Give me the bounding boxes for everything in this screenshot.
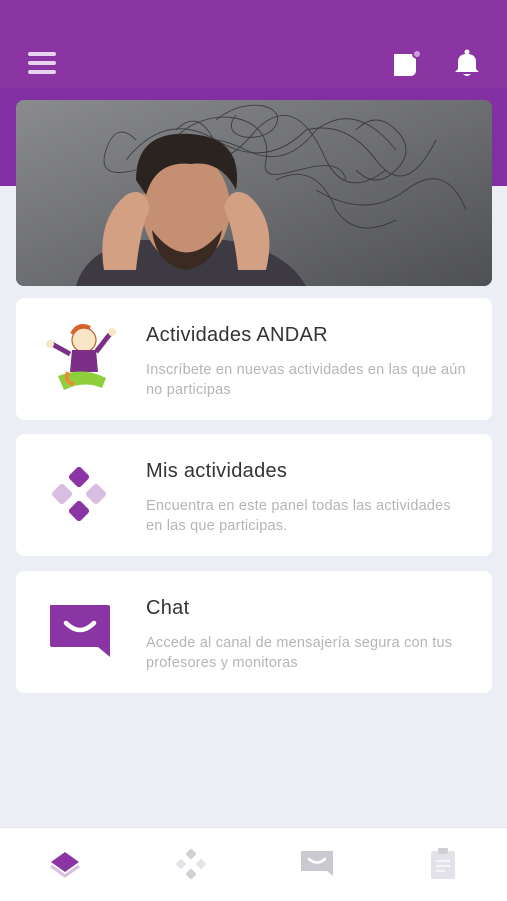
tab-layers-icon[interactable]: [47, 846, 83, 882]
card-actividades-andar[interactable]: Actividades ANDAR Inscríbete en nuevas a…: [16, 298, 492, 420]
card-title: Actividades ANDAR: [146, 324, 328, 346]
bottom-tab-bar: [0, 827, 507, 901]
card-description: Inscríbete en nuevas actividades en las …: [146, 362, 466, 398]
hamburger-menu-icon[interactable]: [28, 52, 56, 74]
chat-bubble-icon: [44, 593, 120, 669]
card-mis-actividades[interactable]: Mis actividades Encuentra en este panel …: [16, 434, 492, 556]
banner-image: [16, 100, 492, 286]
card-chat[interactable]: Chat Accede al canal de mensajería segur…: [16, 571, 492, 693]
card-description: Encuentra en este panel todas las activi…: [146, 498, 451, 534]
jumping-kid-illustration: [44, 320, 120, 396]
tab-diamond-cluster-icon[interactable]: [173, 846, 209, 882]
card-description: Accede al canal de mensajería segura con…: [146, 635, 453, 671]
stressed-man-photo: [16, 100, 492, 286]
tab-clipboard-icon[interactable]: [425, 846, 461, 882]
diamond-cluster-icon: [44, 456, 120, 532]
tab-chat-bubble-icon[interactable]: [299, 846, 335, 882]
calendar-icon[interactable]: [392, 49, 422, 78]
card-title: Mis actividades: [146, 460, 288, 482]
bell-icon[interactable]: [452, 48, 482, 78]
card-title: Chat: [146, 597, 190, 619]
